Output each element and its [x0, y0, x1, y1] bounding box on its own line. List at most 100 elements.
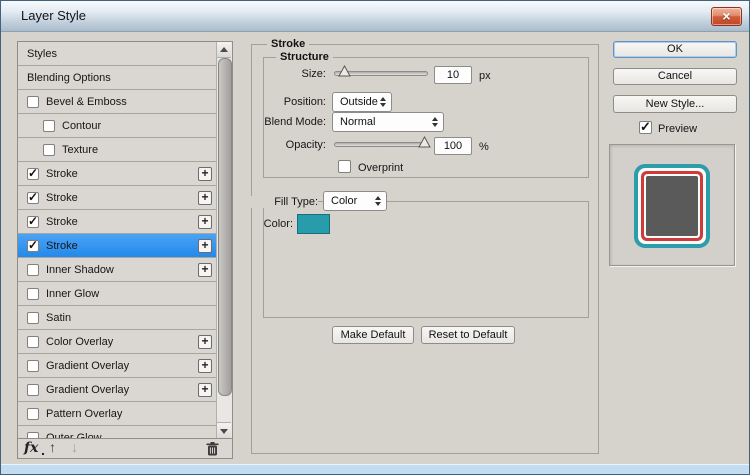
effect-checkbox[interactable] — [27, 288, 39, 300]
sidebar-item-stroke-8[interactable]: ✓ Stroke + — [18, 234, 217, 258]
scroll-up-icon — [220, 47, 228, 52]
style-preview-thumbnail — [609, 144, 735, 266]
duplicate-effect-button[interactable]: + — [198, 383, 212, 397]
preview-white-gap — [638, 168, 706, 244]
effect-checkbox[interactable] — [43, 120, 55, 132]
scroll-down-icon — [220, 429, 228, 434]
sidebar-item-contour-3[interactable]: Contour — [18, 114, 217, 138]
stroke-color-swatch[interactable] — [297, 214, 330, 234]
sidebar-item-pattern-overlay-15[interactable]: Pattern Overlay — [18, 402, 217, 426]
preview-label: Preview — [658, 123, 697, 135]
move-effect-down-button[interactable]: ↓ — [71, 439, 78, 455]
opacity-slider-thumb[interactable] — [418, 135, 431, 147]
position-label: Position: — [253, 96, 326, 108]
layer-style-dialog: Layer Style × Styles Blending Options Be… — [0, 0, 750, 475]
style-list: Styles Blending Options Bevel & Emboss C… — [17, 41, 233, 439]
size-input[interactable]: 10 — [434, 66, 472, 84]
sidebar-item-gradient-overlay-14[interactable]: Gradient Overlay + — [18, 378, 217, 402]
blend-mode-value: Normal — [340, 116, 375, 128]
sidebar-item-label: Styles — [27, 48, 57, 60]
effect-checkbox[interactable]: ✓ — [27, 216, 39, 228]
move-effect-up-button[interactable]: ↑ — [49, 439, 56, 455]
new-style-button[interactable]: New Style... — [613, 95, 737, 113]
duplicate-effect-button[interactable]: + — [198, 263, 212, 277]
reset-to-default-button[interactable]: Reset to Default — [421, 326, 515, 344]
sidebar-item-label: Blending Options — [27, 72, 111, 84]
effect-checkbox[interactable] — [27, 264, 39, 276]
structure-group-title: Structure — [276, 51, 333, 63]
duplicate-effect-button[interactable]: + — [198, 239, 212, 253]
effect-checkbox[interactable] — [43, 144, 55, 156]
position-value: Outside — [340, 96, 378, 108]
window-title: Layer Style — [21, 8, 86, 23]
scroll-up-button[interactable] — [217, 42, 231, 58]
effect-checkbox[interactable] — [27, 384, 39, 396]
sidebar-item-stroke-7[interactable]: ✓ Stroke + — [18, 210, 217, 234]
close-button[interactable]: × — [711, 7, 742, 26]
opacity-slider-track[interactable] — [334, 142, 428, 147]
dropdown-arrows-icon — [375, 196, 381, 206]
scrollbar-thumb[interactable] — [218, 58, 232, 396]
blend-mode-dropdown[interactable]: Normal — [332, 112, 444, 132]
opacity-input[interactable]: 100 — [434, 137, 472, 155]
ok-button[interactable]: OK — [613, 41, 737, 58]
effect-checkbox[interactable] — [27, 312, 39, 324]
size-slider-thumb[interactable] — [338, 64, 351, 76]
sidebar-item-gradient-overlay-13[interactable]: Gradient Overlay + — [18, 354, 217, 378]
sidebar-item-label: Inner Glow — [46, 288, 99, 300]
sidebar-item-satin-11[interactable]: Satin — [18, 306, 217, 330]
sidebar-item-label: Stroke — [46, 192, 78, 204]
sidebar-item-bevel-emboss-2[interactable]: Bevel & Emboss — [18, 90, 217, 114]
effect-checkbox[interactable]: ✓ — [27, 240, 39, 252]
stroke-group-title: Stroke — [267, 38, 309, 50]
sidebar-item-label: Stroke — [46, 168, 78, 180]
sidebar-item-label: Inner Shadow — [46, 264, 114, 276]
cancel-button[interactable]: Cancel — [613, 68, 737, 85]
sidebar-item-label: Contour — [62, 120, 101, 132]
effect-checkbox[interactable] — [27, 96, 39, 108]
sidebar-item-styles-0[interactable]: Styles — [18, 42, 217, 66]
sidebar-item-stroke-5[interactable]: ✓ Stroke + — [18, 162, 217, 186]
duplicate-effect-button[interactable]: + — [198, 215, 212, 229]
sidebar-item-texture-4[interactable]: Texture — [18, 138, 217, 162]
sidebar-item-stroke-6[interactable]: ✓ Stroke + — [18, 186, 217, 210]
make-default-button[interactable]: Make Default — [332, 326, 414, 344]
position-dropdown[interactable]: Outside — [332, 92, 392, 112]
effect-checkbox[interactable] — [27, 336, 39, 348]
delete-effect-button[interactable] — [206, 442, 219, 461]
preview-checkbox[interactable]: ✓ — [639, 121, 652, 134]
dropdown-arrows-icon — [380, 97, 386, 107]
color-label: Color: — [253, 218, 293, 230]
trash-icon — [206, 442, 219, 456]
duplicate-effect-button[interactable]: + — [198, 359, 212, 373]
effect-checkbox[interactable]: ✓ — [27, 192, 39, 204]
preview-red-stroke — [641, 171, 703, 241]
fill-type-dropdown[interactable]: Color — [323, 191, 387, 211]
effect-checkbox[interactable]: ✓ — [27, 168, 39, 180]
dropdown-arrows-icon — [432, 117, 438, 127]
fx-menu-button[interactable]: fx — [24, 440, 38, 456]
sidebar-item-inner-shadow-9[interactable]: Inner Shadow + — [18, 258, 217, 282]
duplicate-effect-button[interactable]: + — [198, 191, 212, 205]
scroll-down-button[interactable] — [217, 422, 231, 438]
size-label: Size: — [253, 68, 326, 80]
fill-type-label: Fill Type: — [251, 196, 318, 208]
sidebar-item-color-overlay-12[interactable]: Color Overlay + — [18, 330, 217, 354]
preview-shape-fill — [644, 174, 700, 238]
overprint-label: Overprint — [358, 162, 403, 174]
sidebar-item-label: Pattern Overlay — [46, 408, 122, 420]
effect-checkbox[interactable] — [27, 408, 39, 420]
duplicate-effect-button[interactable]: + — [198, 167, 212, 181]
list-scrollbar[interactable] — [216, 42, 232, 438]
sidebar-item-blending-options-1[interactable]: Blending Options — [18, 66, 217, 90]
style-list-rows: Styles Blending Options Bevel & Emboss C… — [18, 42, 217, 439]
effect-checkbox[interactable] — [27, 360, 39, 372]
effects-toolbar: fx ↑ ↓ — [17, 438, 233, 459]
sidebar-item-inner-glow-10[interactable]: Inner Glow — [18, 282, 217, 306]
titlebar[interactable]: Layer Style × — [1, 1, 749, 32]
duplicate-effect-button[interactable]: + — [198, 335, 212, 349]
window-bottom-frame — [1, 464, 749, 474]
overprint-checkbox[interactable] — [338, 160, 351, 173]
opacity-label: Opacity: — [253, 139, 326, 151]
fx-menu-dot-icon — [42, 453, 44, 455]
